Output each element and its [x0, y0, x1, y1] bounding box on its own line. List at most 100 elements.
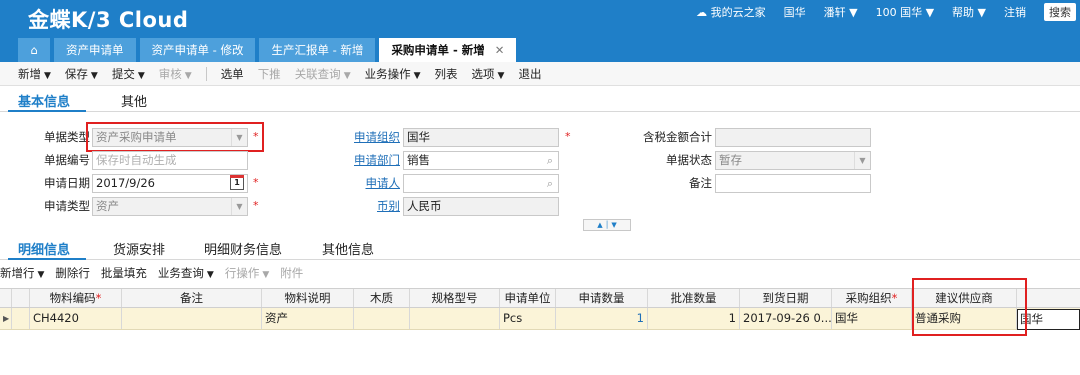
chevron-down-icon: ▼ — [854, 152, 870, 169]
cell-material-code[interactable]: CH4420 — [30, 308, 122, 329]
currency-field[interactable]: 人民币 — [403, 197, 559, 216]
col-wood[interactable]: 木质 — [354, 289, 410, 307]
row-indicator-header — [0, 289, 12, 307]
options-button[interactable]: 选项 ▼ — [472, 66, 505, 82]
apply-dept-label[interactable]: 申请部门 — [330, 151, 400, 169]
home-icon: ⌂ — [30, 43, 38, 57]
collapse-toggle[interactable]: ▲ │ ▼ — [583, 219, 631, 231]
cell-spec[interactable] — [410, 308, 500, 329]
help-menu[interactable]: 帮助 ▼ — [952, 4, 986, 20]
tab-purchase-request-new[interactable]: 采购申请单 - 新增 ✕ — [379, 38, 517, 62]
calendar-icon[interactable]: 1 — [230, 175, 244, 190]
logout-link[interactable]: 注销 — [1004, 4, 1026, 20]
org-switch-menu[interactable]: 100 国华 ▼ — [876, 4, 934, 20]
submit-button[interactable]: 提交 ▼ — [112, 66, 145, 82]
related-query-button[interactable]: 关联查询 ▼ — [295, 66, 351, 82]
org-link[interactable]: 国华 — [784, 4, 806, 20]
cell-remark[interactable] — [122, 308, 262, 329]
apply-org-field[interactable]: 国华 — [403, 128, 559, 147]
doc-no-label: 单据编号 — [44, 153, 90, 167]
total-tax-label: 含税金额合计 — [643, 130, 712, 144]
business-query-button[interactable]: 业务查询 ▼ — [158, 265, 214, 281]
tab-other[interactable]: 其他 — [121, 91, 147, 110]
attachment-button[interactable]: 附件 — [280, 265, 303, 281]
select-bill-button[interactable]: 选单 — [221, 66, 244, 82]
search-icon[interactable]: ⌕ — [547, 175, 553, 192]
close-icon[interactable]: ✕ — [495, 43, 505, 57]
cell-arrival-date[interactable]: 2017-09-26 0... — [740, 308, 832, 329]
col-purchase-org[interactable]: 采购组织* — [832, 289, 912, 307]
cell-wood[interactable] — [354, 308, 410, 329]
save-button[interactable]: 保存 ▼ — [65, 66, 98, 82]
apply-dept-field[interactable]: 销售 ⌕ — [403, 151, 559, 170]
applicant-label[interactable]: 申请人 — [330, 174, 401, 192]
col-arrival-date[interactable]: 到货日期 — [740, 289, 832, 307]
required-mark: * — [253, 199, 259, 212]
delete-row-button[interactable]: 删除行 — [55, 265, 90, 281]
cloud-home-link[interactable]: ☁ 我的云之家 — [696, 4, 766, 20]
new-button[interactable]: 新增 ▼ — [18, 66, 51, 82]
app-logo: 金蝶K/3 Cloud — [28, 8, 189, 32]
highlight-box — [86, 122, 264, 152]
col-unit[interactable]: 申请单位 — [500, 289, 556, 307]
required-mark: * — [565, 130, 571, 143]
tab-production-report-new[interactable]: 生产汇报单 - 新增 — [259, 38, 376, 62]
tab-other-info[interactable]: 其他信息 — [322, 239, 374, 258]
exit-button[interactable]: 退出 — [518, 66, 541, 82]
remark-label: 备注 — [689, 176, 712, 190]
total-tax-field — [715, 128, 871, 147]
col-remark[interactable]: 备注 — [122, 289, 262, 307]
apply-date-field[interactable]: 2017/9/26 1 — [92, 174, 248, 193]
tab-detail-finance[interactable]: 明细财务信息 — [204, 239, 282, 258]
search-icon[interactable]: ⌕ — [547, 152, 553, 169]
required-mark: * — [253, 176, 259, 189]
user-menu[interactable]: 潘轩 ▼ — [824, 4, 858, 20]
active-tab-underline — [8, 110, 86, 112]
row-select[interactable] — [12, 308, 30, 329]
audit-button[interactable]: 审核 ▼ — [159, 66, 192, 82]
tab-source-arrangement[interactable]: 货源安排 — [113, 239, 165, 258]
col-spec[interactable]: 规格型号 — [410, 289, 500, 307]
col-apply-qty[interactable]: 申请数量 — [556, 289, 648, 307]
business-ops-button[interactable]: 业务操作 ▼ — [365, 66, 421, 82]
push-down-button[interactable]: 下推 — [258, 66, 281, 82]
doc-status-label: 单据状态 — [666, 153, 712, 167]
top-nav: ☁ 我的云之家 国华 潘轩 ▼ 100 国华 ▼ 帮助 ▼ 注销 搜索 — [696, 2, 1080, 22]
chevron-down-icon: ▼ — [231, 198, 247, 215]
col-material-code[interactable]: 物料编码* — [30, 289, 122, 307]
col-material-desc[interactable]: 物料说明 — [262, 289, 354, 307]
tab-asset-request-edit[interactable]: 资产申请单 - 修改 — [139, 38, 256, 62]
select-header[interactable] — [12, 289, 30, 307]
tab-detail-info[interactable]: 明细信息 — [18, 239, 70, 258]
chevron-up-down-icon: ▲ │ ▼ — [597, 221, 617, 229]
tab-basic-info[interactable]: 基本信息 — [18, 91, 70, 110]
applicant-field[interactable]: ⌕ — [403, 174, 559, 193]
remark-field[interactable] — [715, 174, 871, 193]
cell-material-desc[interactable]: 资产 — [262, 308, 354, 329]
cell-unit[interactable]: Pcs — [500, 308, 556, 329]
add-row-button[interactable]: 新增行 ▼ — [0, 265, 44, 281]
active-tab-underline — [8, 258, 86, 260]
apply-type-select[interactable]: 资产 ▼ — [92, 197, 248, 216]
tab-asset-request[interactable]: 资产申请单 — [54, 38, 136, 62]
cell-purchase-org[interactable]: 国华 — [832, 308, 912, 329]
app-header: 金蝶K/3 Cloud ☁ 我的云之家 国华 潘轩 ▼ 100 国华 ▼ 帮助 … — [0, 0, 1080, 62]
col-approve-qty[interactable]: 批准数量 — [648, 289, 740, 307]
home-tab[interactable]: ⌂ — [18, 38, 50, 62]
list-button[interactable]: 列表 — [435, 66, 458, 82]
cell-apply-qty[interactable]: 1 — [556, 308, 648, 329]
toolbar-divider — [205, 66, 207, 81]
row-ops-button[interactable]: 行操作 ▼ — [225, 265, 269, 281]
highlight-box — [912, 278, 1027, 336]
window-tabs: ⌂ 资产申请单 资产申请单 - 修改 生产汇报单 - 新增 采购申请单 - 新增… — [18, 38, 520, 62]
batch-fill-button[interactable]: 批量填充 — [101, 265, 147, 281]
doc-type-label: 单据类型 — [44, 130, 90, 144]
currency-label[interactable]: 币别 — [330, 197, 400, 215]
search-button[interactable]: 搜索 — [1044, 3, 1076, 21]
cell-approve-qty[interactable]: 1 — [648, 308, 740, 329]
doc-status-select[interactable]: 暂存 ▼ — [715, 151, 871, 170]
doc-no-field[interactable]: 保存时自动生成 — [92, 151, 248, 170]
cloud-icon: ☁ — [696, 6, 711, 19]
apply-org-label[interactable]: 申请组织 — [330, 128, 400, 146]
detail-section-tabs: 明细信息 货源安排 明细财务信息 其他信息 — [0, 234, 1080, 260]
